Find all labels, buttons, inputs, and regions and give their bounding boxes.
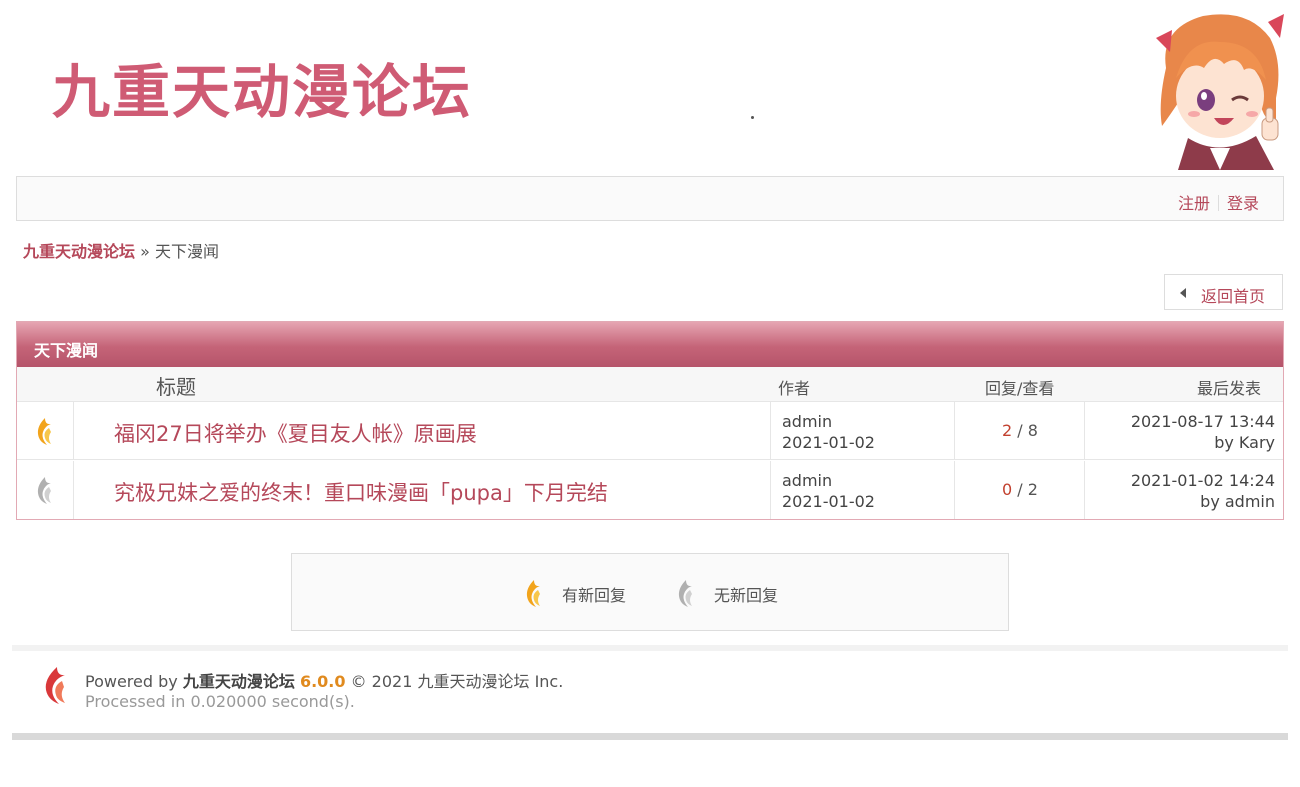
breadcrumb-home-link[interactable]: 九重天动漫论坛 xyxy=(23,242,135,261)
reply-view-count: 2 / 8 xyxy=(1002,421,1038,440)
nav-divider xyxy=(1217,195,1219,211)
thread-list-panel: 天下漫闻 标题 作者 回复/查看 最后发表 福冈27日将举办《夏目友人帐》原画展… xyxy=(16,321,1284,520)
thread-title-link[interactable]: 究极兄妹之爱的终末！重口味漫画「pupa」下月完结 xyxy=(114,477,608,507)
forum-version: 6.0.0 xyxy=(299,672,346,691)
powered-forum-name[interactable]: 九重天动漫论坛 xyxy=(183,672,295,691)
site-logo[interactable]: 九重天动漫论坛 xyxy=(52,52,572,132)
reply-view-count: 0 / 2 xyxy=(1002,480,1038,499)
header-dot xyxy=(751,116,754,119)
icon-legend: 有新回复 无新回复 xyxy=(291,553,1009,631)
column-title: 标题 xyxy=(156,375,196,399)
thread-row: 福冈27日将举办《夏目友人帐》原画展 admin 2021-01-02 2 / … xyxy=(17,402,1283,460)
reply-count: 0 xyxy=(1002,480,1013,499)
breadcrumb-separator: » xyxy=(140,242,150,261)
last-post-time[interactable]: 2021-01-02 14:24 xyxy=(1131,470,1275,491)
thread-title-link[interactable]: 福冈27日将举办《夏目友人帐》原画展 xyxy=(114,418,477,448)
caret-left-icon xyxy=(1180,288,1186,298)
reply-count: 2 xyxy=(1002,421,1013,440)
breadcrumb-current: 天下漫闻 xyxy=(155,242,220,261)
no-new-reply-flame-icon xyxy=(37,477,51,504)
breadcrumb: 九重天动漫论坛 » 天下漫闻 xyxy=(23,238,219,262)
view-count: 8 xyxy=(1027,421,1038,440)
powered-by-text: Powered by 九重天动漫论坛 6.0.0 © 2021 九重天动漫论坛 … xyxy=(85,668,563,692)
copyright-text: © 2021 九重天动漫论坛 Inc. xyxy=(350,672,564,691)
footer-divider-bottom xyxy=(12,733,1288,740)
login-link[interactable]: 登录 xyxy=(1227,194,1259,213)
thread-date: 2021-01-02 xyxy=(782,492,875,511)
column-author: 作者 xyxy=(778,379,811,398)
column-last-post: 最后发表 xyxy=(1196,379,1261,398)
mascot-image xyxy=(1148,8,1288,170)
register-link[interactable]: 注册 xyxy=(1178,194,1210,213)
powered-prefix: Powered by xyxy=(85,672,178,691)
forum-flame-logo-icon xyxy=(45,667,65,704)
site-logo-text: 九重天动漫论坛 xyxy=(52,58,473,126)
thread-author[interactable]: admin xyxy=(782,470,875,491)
user-nav-bar: 注册 登录 xyxy=(16,176,1284,221)
thread-row: 究极兄妹之爱的终末！重口味漫画「pupa」下月完结 admin 2021-01-… xyxy=(17,461,1283,519)
processed-time-text: Processed in 0.020000 second(s). xyxy=(85,692,355,711)
thread-list-header: 标题 作者 回复/查看 最后发表 xyxy=(17,367,1283,402)
last-post-user[interactable]: by admin xyxy=(1131,491,1275,512)
new-reply-flame-icon xyxy=(526,580,540,607)
legend-no-new-reply-label: 无新回复 xyxy=(714,586,779,605)
thread-date: 2021-01-02 xyxy=(782,433,875,452)
legend-no-new-reply: 无新回复 xyxy=(678,580,779,607)
board-title: 天下漫闻 xyxy=(17,322,1283,367)
thread-author[interactable]: admin xyxy=(782,411,875,432)
new-reply-flame-icon xyxy=(37,418,51,445)
view-count: 2 xyxy=(1027,480,1038,499)
footer: Powered by 九重天动漫论坛 6.0.0 © 2021 九重天动漫论坛 … xyxy=(12,651,1288,733)
back-to-home-button[interactable]: 返回首页 xyxy=(1164,274,1283,310)
last-post-user[interactable]: by Kary xyxy=(1131,432,1275,453)
legend-new-reply-label: 有新回复 xyxy=(562,586,627,605)
legend-new-reply: 有新回复 xyxy=(526,580,627,607)
last-post-time[interactable]: 2021-08-17 13:44 xyxy=(1131,411,1275,432)
back-to-home-label: 返回首页 xyxy=(1201,287,1266,306)
column-replies: 回复/查看 xyxy=(985,379,1055,398)
no-new-reply-flame-icon xyxy=(678,580,692,607)
